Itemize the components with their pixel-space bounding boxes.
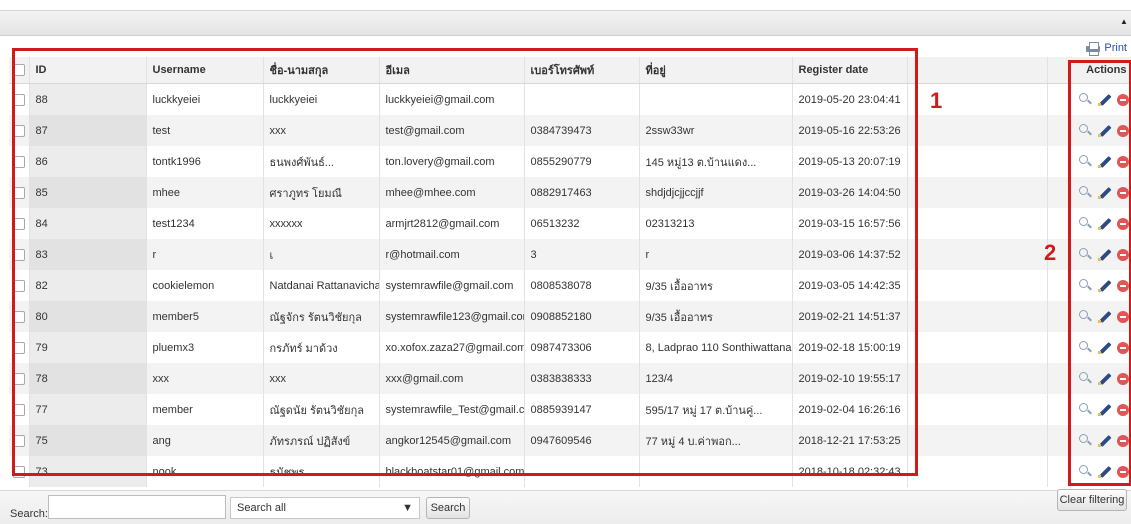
dropdown-arrow-icon: ▼ <box>402 502 413 514</box>
cell-empty <box>907 425 1048 456</box>
annotation-box-2 <box>1068 60 1131 486</box>
cell-empty <box>907 146 1048 177</box>
top-toolbar <box>0 10 1131 36</box>
printer-icon <box>1086 42 1101 56</box>
print-button[interactable]: Print <box>1086 40 1127 56</box>
cell-empty <box>907 83 1048 115</box>
search-scope-value: Search all <box>237 502 286 514</box>
cell-empty <box>907 456 1048 487</box>
search-label: Search: <box>10 508 48 520</box>
cell-empty <box>907 115 1048 146</box>
cell-empty <box>907 270 1048 301</box>
cell-empty <box>907 239 1048 270</box>
cell-empty <box>907 177 1048 208</box>
scroll-up-arrow-icon[interactable]: ▲ <box>1117 10 1131 34</box>
annotation-box-1 <box>12 48 918 476</box>
cell-empty <box>907 394 1048 425</box>
search-button[interactable]: Search <box>426 497 470 519</box>
annotation-label-2: 2 <box>1044 240 1057 265</box>
cell-empty <box>907 363 1048 394</box>
clear-filtering-button[interactable]: Clear filtering <box>1057 489 1127 511</box>
cell-empty <box>907 332 1048 363</box>
search-scope-select[interactable]: Search all ▼ <box>230 497 420 519</box>
cell-empty <box>907 208 1048 239</box>
annotation-label-1: 1 <box>930 88 943 113</box>
cell-empty <box>907 301 1048 332</box>
column-header-empty <box>907 57 1048 84</box>
search-input[interactable] <box>48 495 226 519</box>
print-label: Print <box>1104 42 1127 54</box>
